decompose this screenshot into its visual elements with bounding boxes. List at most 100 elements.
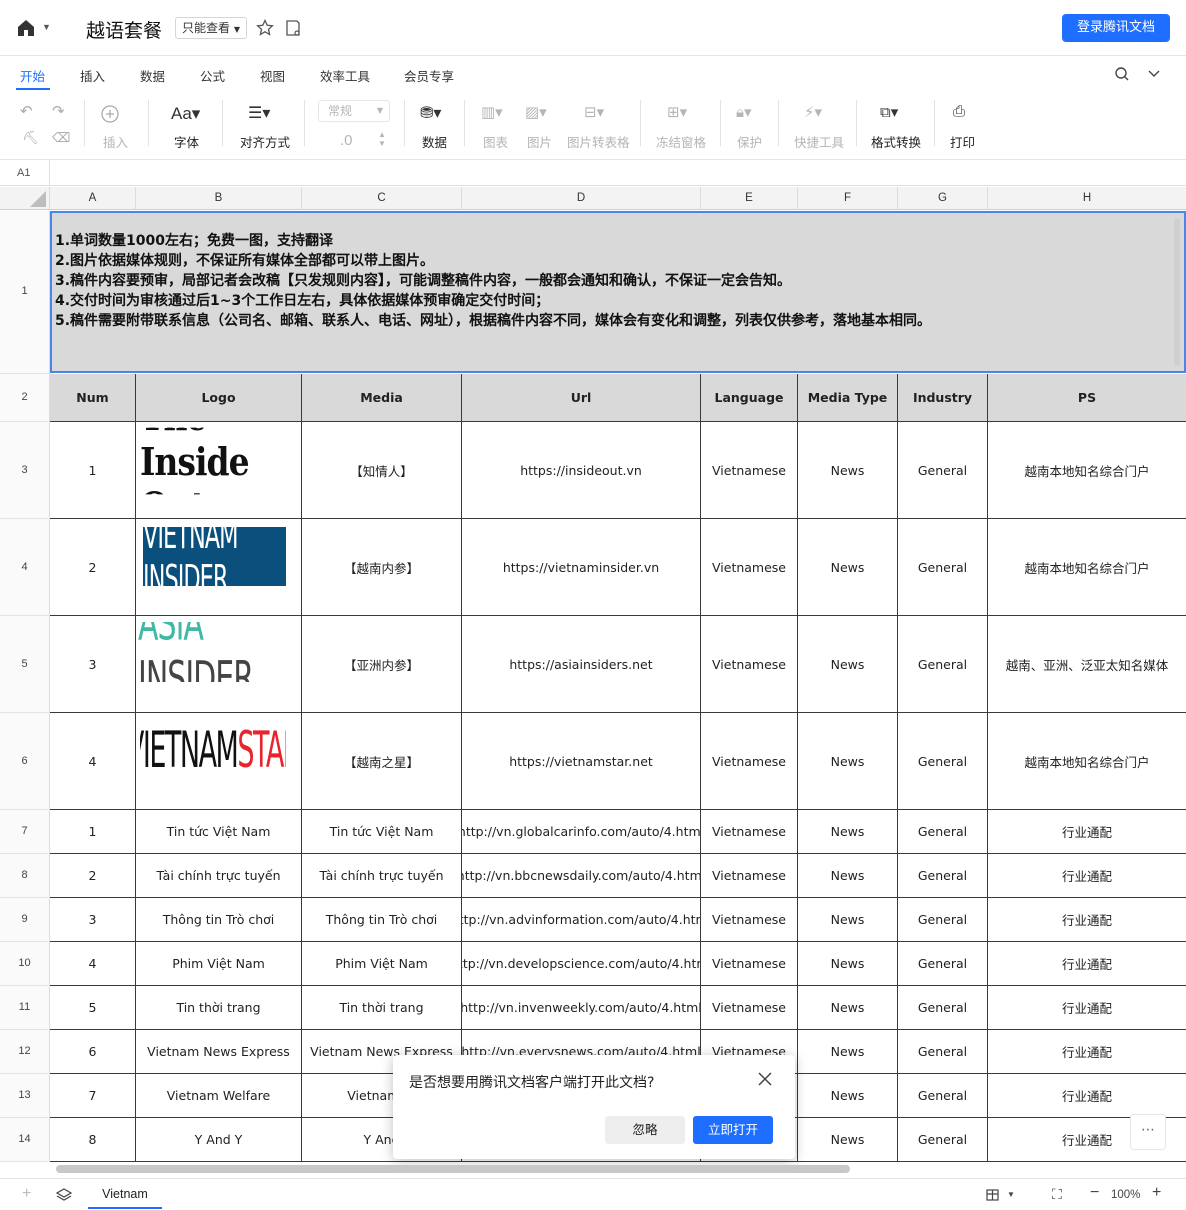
num-cell[interactable]: 4 bbox=[50, 942, 136, 986]
num-cell[interactable]: 6 bbox=[50, 1030, 136, 1074]
url-cell[interactable]: http://vn.globalcarinfo.com/auto/4.html bbox=[462, 810, 701, 854]
num-cell[interactable]: 3 bbox=[50, 898, 136, 942]
data-label[interactable]: 数据 bbox=[422, 132, 447, 151]
column-header-e[interactable]: E bbox=[701, 187, 798, 210]
image-to-table-icon[interactable]: ⊟▾ bbox=[584, 103, 604, 121]
header-cell[interactable]: PS bbox=[988, 374, 1186, 422]
num-cell[interactable]: 7 bbox=[50, 1074, 136, 1118]
align-icon[interactable]: ☰▾ bbox=[248, 103, 270, 123]
column-header-a[interactable]: A bbox=[50, 187, 136, 210]
industry-cell[interactable]: General bbox=[898, 986, 988, 1030]
media-type-cell[interactable]: News bbox=[798, 942, 898, 986]
media-cell[interactable]: Tin thời trang bbox=[302, 986, 462, 1030]
media-cell[interactable]: Tài chính trực tuyến bbox=[302, 854, 462, 898]
redo-icon[interactable]: ↷ bbox=[52, 102, 65, 120]
home-icon[interactable] bbox=[16, 18, 36, 38]
tab-view[interactable]: 视图 bbox=[260, 66, 285, 85]
num-cell[interactable]: 2 bbox=[50, 854, 136, 898]
num-cell[interactable]: 2 bbox=[50, 519, 136, 616]
chevron-down-icon[interactable]: ▼ bbox=[42, 22, 51, 32]
language-cell[interactable]: Vietnamese bbox=[701, 713, 798, 810]
zoom-out-icon[interactable]: − bbox=[1090, 1184, 1099, 1202]
url-cell[interactable]: http://vn.invenweekly.com/auto/4.html bbox=[462, 986, 701, 1030]
ps-cell[interactable]: 行业通配 bbox=[988, 942, 1186, 986]
font-label[interactable]: 字体 bbox=[174, 132, 199, 151]
num-cell[interactable]: 1 bbox=[50, 422, 136, 519]
cell-scrollbar[interactable] bbox=[1174, 218, 1180, 366]
ps-cell[interactable]: 行业通配 bbox=[988, 810, 1186, 854]
num-cell[interactable]: 4 bbox=[50, 713, 136, 810]
image-label[interactable]: 图片 bbox=[527, 132, 552, 151]
media-type-cell[interactable]: News bbox=[798, 519, 898, 616]
media-cell[interactable]: Thông tin Trò chơi bbox=[302, 898, 462, 942]
image-to-table-label[interactable]: 图片转表格 bbox=[567, 132, 630, 151]
industry-cell[interactable]: General bbox=[898, 1030, 988, 1074]
open-now-button[interactable]: 立即打开 bbox=[693, 1116, 773, 1144]
column-header-h[interactable]: H bbox=[988, 187, 1186, 210]
undo-icon[interactable]: ↶ bbox=[20, 102, 33, 120]
language-cell[interactable]: Vietnamese bbox=[701, 810, 798, 854]
notes-cell[interactable]: 1.单词数量1000左右；免费一图，支持翻译 2.图片依据媒体规则，不保证所有媒… bbox=[50, 211, 1186, 373]
print-label[interactable]: 打印 bbox=[950, 132, 975, 151]
language-cell[interactable]: Vietnamese bbox=[701, 422, 798, 519]
ps-cell[interactable]: 行业通配 bbox=[988, 854, 1186, 898]
url-cell[interactable]: http://vn.advinformation.com/auto/4.html bbox=[462, 898, 701, 942]
ps-cell[interactable]: 越南本地知名综合门户 bbox=[988, 422, 1186, 519]
industry-cell[interactable]: General bbox=[898, 713, 988, 810]
ps-cell[interactable]: 越南、亚洲、泛亚太知名媒体 bbox=[988, 616, 1186, 713]
ps-cell[interactable]: 行业通配 bbox=[988, 1030, 1186, 1074]
row-header[interactable]: 4 bbox=[0, 519, 50, 616]
ps-cell[interactable]: 行业通配 bbox=[988, 986, 1186, 1030]
header-cell[interactable]: Language bbox=[701, 374, 798, 422]
media-cell[interactable]: Tin tức Việt Nam bbox=[302, 810, 462, 854]
row-header[interactable]: 7 bbox=[0, 810, 50, 854]
industry-cell[interactable]: General bbox=[898, 422, 988, 519]
lock-icon[interactable]: 🔒︎▾ bbox=[736, 103, 752, 121]
media-type-cell[interactable]: News bbox=[798, 810, 898, 854]
media-type-cell[interactable]: News bbox=[798, 854, 898, 898]
media-type-cell[interactable]: News bbox=[798, 1074, 898, 1118]
row-header[interactable]: 11 bbox=[0, 986, 50, 1030]
industry-cell[interactable]: General bbox=[898, 1118, 988, 1162]
freeze-label[interactable]: 冻结窗格 bbox=[656, 132, 706, 151]
media-cell[interactable]: 【亚洲内参】 bbox=[302, 616, 462, 713]
sheet-tab-vietnam[interactable]: Vietnam bbox=[88, 1179, 162, 1209]
insert-icon[interactable] bbox=[100, 104, 120, 124]
header-cell[interactable]: Media bbox=[302, 374, 462, 422]
collapse-chevron-icon[interactable] bbox=[1147, 68, 1161, 80]
font-icon[interactable]: Aa▾ bbox=[171, 104, 200, 124]
media-type-cell[interactable]: News bbox=[798, 713, 898, 810]
tab-data[interactable]: 数据 bbox=[140, 66, 165, 85]
header-cell[interactable]: Logo bbox=[136, 374, 302, 422]
column-header-c[interactable]: C bbox=[302, 187, 462, 210]
cell-reference[interactable]: A1 bbox=[17, 167, 30, 179]
industry-cell[interactable]: General bbox=[898, 898, 988, 942]
language-cell[interactable]: Vietnamese bbox=[701, 942, 798, 986]
logo-cell[interactable]: Tin thời trang bbox=[136, 986, 302, 1030]
tab-formula[interactable]: 公式 bbox=[200, 66, 225, 85]
language-cell[interactable]: Vietnamese bbox=[701, 854, 798, 898]
chevron-down-icon[interactable]: ▼ bbox=[1007, 1190, 1015, 1199]
industry-cell[interactable]: General bbox=[898, 854, 988, 898]
print-icon[interactable]: ⎙ bbox=[953, 103, 965, 120]
language-cell[interactable]: Vietnamese bbox=[701, 616, 798, 713]
search-icon[interactable] bbox=[1114, 66, 1130, 82]
star-icon[interactable] bbox=[256, 19, 274, 37]
align-label[interactable]: 对齐方式 bbox=[240, 132, 290, 151]
num-cell[interactable]: 8 bbox=[50, 1118, 136, 1162]
quick-tools-label[interactable]: 快捷工具 bbox=[794, 132, 844, 151]
ps-cell[interactable]: 行业通配 bbox=[988, 1074, 1186, 1118]
media-cell[interactable]: 【知情人】 bbox=[302, 422, 462, 519]
industry-cell[interactable]: General bbox=[898, 942, 988, 986]
grid-view-icon[interactable] bbox=[986, 1189, 999, 1201]
insert-label[interactable]: 插入 bbox=[103, 132, 128, 151]
chart-label[interactable]: 图表 bbox=[483, 132, 508, 151]
media-cell[interactable]: 【越南之星】 bbox=[302, 713, 462, 810]
add-sheet-icon[interactable]: + bbox=[22, 1185, 31, 1203]
row-header[interactable]: 8 bbox=[0, 854, 50, 898]
format-painter-icon[interactable]: ⛏ bbox=[22, 130, 39, 146]
ps-cell[interactable]: 越南本地知名综合门户 bbox=[988, 519, 1186, 616]
number-format-select[interactable]: 常规 ▼ bbox=[318, 100, 390, 122]
decimal-label[interactable]: .0 bbox=[340, 132, 353, 149]
zoom-in-icon[interactable]: + bbox=[1152, 1184, 1161, 1202]
